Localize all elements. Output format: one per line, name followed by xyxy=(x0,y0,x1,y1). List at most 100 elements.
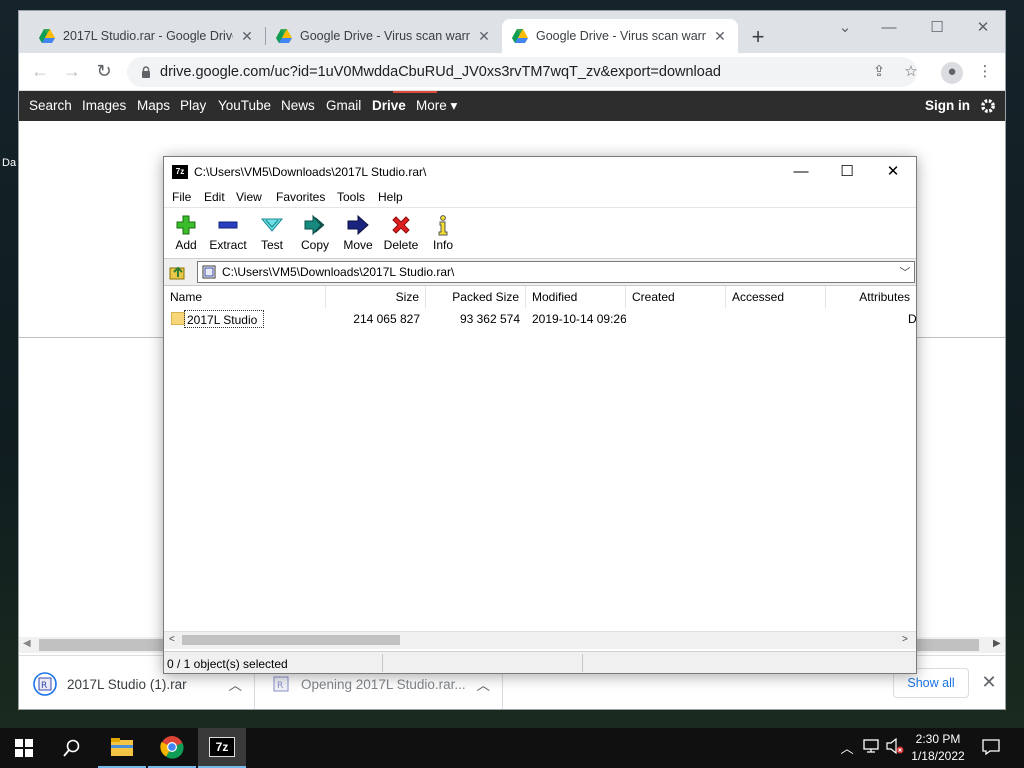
chrome-icon xyxy=(160,736,184,759)
menu-edit[interactable]: Edit xyxy=(204,190,225,204)
row-accessed xyxy=(726,310,826,328)
google-drive-icon xyxy=(39,29,55,43)
add-label: Add xyxy=(175,238,197,252)
copy-label: Copy xyxy=(300,238,329,252)
lock-icon[interactable] xyxy=(141,66,151,78)
profile-avatar-icon[interactable]: ● xyxy=(941,62,963,84)
path-text[interactable]: C:\Users\VM5\Downloads\2017L Studio.rar\ xyxy=(222,265,454,279)
file-explorer-button[interactable] xyxy=(98,728,146,768)
7zip-title-bar[interactable]: 7z C:\Users\VM5\Downloads\2017L Studio.r… xyxy=(164,157,916,187)
gbar-drive[interactable]: Drive xyxy=(372,98,406,113)
chevron-down-icon[interactable]: ﹀ xyxy=(898,264,912,280)
new-tab-button[interactable]: + xyxy=(744,24,772,52)
gbar-maps[interactable]: Maps xyxy=(137,98,170,113)
row-name[interactable]: 2017L Studio xyxy=(184,310,264,328)
network-icon[interactable] xyxy=(862,738,880,758)
start-button[interactable] xyxy=(0,728,48,768)
url-text[interactable]: drive.google.com/uc?id=1uV0MwddaCbuRUd_J… xyxy=(160,64,721,80)
windows-logo-icon xyxy=(15,739,33,757)
reload-button[interactable]: ↻ xyxy=(91,61,117,83)
close-window-button[interactable]: ✕ xyxy=(961,17,1005,41)
menu-file[interactable]: File xyxy=(172,190,191,204)
minimize-button[interactable]: — xyxy=(867,17,911,41)
menu-tools[interactable]: Tools xyxy=(337,190,365,204)
gbar-news[interactable]: News xyxy=(281,98,315,113)
delete-button[interactable]: Delete xyxy=(379,212,423,258)
add-button[interactable]: Add xyxy=(164,212,208,258)
chevron-up-icon[interactable]: ︿ xyxy=(229,674,243,694)
tab-3-active[interactable]: Google Drive - Virus scan warnin ✕ xyxy=(502,19,738,53)
scroll-right-arrow-icon[interactable]: ▶ xyxy=(993,638,1001,649)
menu-view[interactable]: View xyxy=(236,190,262,204)
path-combobox[interactable]: C:\Users\VM5\Downloads\2017L Studio.rar\… xyxy=(197,261,915,283)
copy-button[interactable]: Copy xyxy=(293,212,337,258)
notifications-icon[interactable] xyxy=(982,738,1000,758)
col-header-modified[interactable]: Modified xyxy=(526,286,626,308)
7zip-maximize-button[interactable]: ☐ xyxy=(824,157,870,187)
address-bar[interactable]: drive.google.com/uc?id=1uV0MwddaCbuRUd_J… xyxy=(127,57,918,87)
menu-help[interactable]: Help xyxy=(378,190,403,204)
7zip-app-icon: 7z xyxy=(172,165,188,179)
file-list-scroll-thumb[interactable] xyxy=(182,635,400,645)
share-icon[interactable]: ⇪ xyxy=(869,62,889,82)
close-shelf-icon[interactable]: ✕ xyxy=(979,670,999,694)
gbar-play[interactable]: Play xyxy=(180,98,206,113)
move-label: Move xyxy=(343,238,373,252)
test-button[interactable]: Test xyxy=(250,212,294,258)
menu-kebab-icon[interactable]: ⋮ xyxy=(975,62,995,82)
plus-icon xyxy=(176,215,196,235)
red-x-icon xyxy=(392,216,410,234)
close-tab-icon[interactable]: ✕ xyxy=(239,28,255,45)
gbar-search[interactable]: Search xyxy=(29,98,72,113)
col-header-packed-size[interactable]: Packed Size xyxy=(426,286,526,308)
7zip-window-title: C:\Users\VM5\Downloads\2017L Studio.rar\ xyxy=(194,165,427,179)
settings-gear-icon[interactable] xyxy=(979,97,997,115)
chrome-taskbar-button[interactable] xyxy=(148,728,196,768)
folder-up-icon[interactable] xyxy=(169,263,187,281)
gbar-more[interactable]: More ▾ xyxy=(416,98,457,114)
tab-1[interactable]: 2017L Studio.rar - Google Drive ✕ xyxy=(29,19,265,53)
7zip-toolbar: Add Extract Test Copy Move Delete Info xyxy=(164,207,916,259)
svg-text:R: R xyxy=(277,681,283,691)
info-button[interactable]: Info xyxy=(421,212,465,258)
arrow-right-icon xyxy=(347,214,369,236)
close-tab-icon[interactable]: ✕ xyxy=(712,28,728,45)
gbar-gmail[interactable]: Gmail xyxy=(326,98,361,113)
col-header-created[interactable]: Created xyxy=(626,286,726,308)
col-header-name[interactable]: Name xyxy=(164,286,326,308)
tab-title: 2017L Studio.rar - Google Drive xyxy=(63,29,233,43)
col-header-size[interactable]: Size xyxy=(326,286,426,308)
back-button[interactable]: ← xyxy=(27,61,53,83)
chevron-up-icon[interactable]: ︿ xyxy=(477,674,491,694)
col-header-accessed[interactable]: Accessed xyxy=(726,286,826,308)
desktop-icon-label[interactable]: Da xyxy=(2,157,16,169)
7zip-taskbar-button[interactable]: 7z xyxy=(198,728,246,768)
status-separator xyxy=(382,654,383,672)
chevron-up-icon[interactable]: ︿ xyxy=(838,738,856,758)
tab-2[interactable]: Google Drive - Virus scan warnin ✕ xyxy=(266,19,502,53)
forward-button[interactable]: → xyxy=(59,61,85,83)
search-button[interactable] xyxy=(48,728,96,768)
extract-button[interactable]: Extract xyxy=(206,212,250,258)
google-drive-icon xyxy=(276,29,292,43)
move-button[interactable]: Move xyxy=(336,212,380,258)
scroll-left-arrow-icon[interactable]: ◀ xyxy=(23,638,31,649)
bookmark-star-icon[interactable]: ☆ xyxy=(901,62,921,82)
volume-muted-icon[interactable] xyxy=(886,737,904,758)
clock-date[interactable]: 1/18/2022 xyxy=(906,749,970,763)
col-header-attributes[interactable]: Attributes xyxy=(826,286,916,308)
test-label: Test xyxy=(260,238,283,252)
tab-search-icon[interactable]: ⌄ xyxy=(823,17,867,41)
clock-time[interactable]: 2:30 PM xyxy=(906,732,970,746)
gbar-images[interactable]: Images xyxy=(82,98,126,113)
scroll-left-arrow-icon[interactable]: < xyxy=(169,634,175,645)
7zip-close-button[interactable]: ✕ xyxy=(870,157,916,187)
sign-in-link[interactable]: Sign in xyxy=(925,98,970,113)
scroll-right-arrow-icon[interactable]: > xyxy=(902,634,908,645)
menu-favorites[interactable]: Favorites xyxy=(276,190,325,204)
close-tab-icon[interactable]: ✕ xyxy=(476,28,492,45)
maximize-button[interactable]: ☐ xyxy=(915,17,959,41)
gbar-youtube[interactable]: YouTube xyxy=(218,98,271,113)
7zip-minimize-button[interactable]: — xyxy=(778,157,824,187)
status-separator xyxy=(582,654,583,672)
